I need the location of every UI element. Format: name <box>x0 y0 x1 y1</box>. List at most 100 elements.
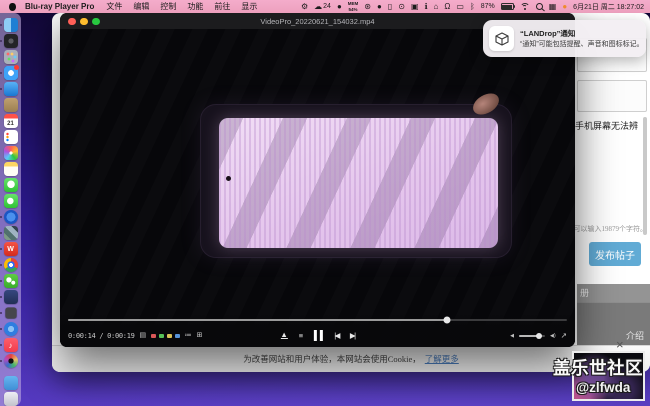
menu-控制[interactable]: 控制 <box>160 1 176 12</box>
volume-high-icon[interactable]: ◀) <box>550 333 556 339</box>
wps-icon: W <box>4 242 18 256</box>
cloud-icon[interactable]: ☁24 <box>314 3 331 11</box>
controls-right-group: ◀ ◀) ↗ <box>510 332 567 340</box>
dock-launchpad[interactable] <box>4 50 18 64</box>
running-indicator <box>0 344 2 346</box>
dock-downloads[interactable] <box>4 376 18 390</box>
home-icon[interactable]: ⌂ <box>434 3 439 11</box>
dock-mail[interactable] <box>4 82 18 96</box>
dock-bluemusic[interactable] <box>4 322 18 336</box>
apple-menu-icon[interactable] <box>9 3 16 11</box>
eject-icon[interactable]: ▲ <box>280 332 287 340</box>
notification-banner[interactable]: “LANDrop”通知 “通知”可能包括提醒、声音和图标标记。 <box>483 20 646 57</box>
screen-record-dot-icon[interactable]: ● <box>562 3 567 11</box>
black-dot-icon[interactable]: ● <box>377 3 382 11</box>
bluetooth-icon[interactable]: ᛒ <box>470 3 475 11</box>
battery-icon[interactable] <box>501 3 514 10</box>
finder-icon <box>4 18 18 32</box>
chrome-icon <box>4 258 18 272</box>
grid-icon[interactable]: ⊞ <box>197 332 203 340</box>
dock-cblue[interactable] <box>4 210 18 224</box>
dock-applemusic[interactable]: ♪ <box>4 338 18 352</box>
notification-body: “通知”可能包括提醒、声音和图标标记。 <box>520 39 640 49</box>
photos-icon <box>4 146 18 160</box>
page-dark-panel: 册 介绍 <box>577 284 650 346</box>
dock-playerdisc[interactable] <box>4 354 18 368</box>
phone-camera-hole <box>226 176 231 181</box>
menu-显示[interactable]: 显示 <box>241 1 257 12</box>
dock-mic[interactable] <box>4 306 18 320</box>
notification-texts: “LANDrop”通知 “通知”可能包括提醒、声音和图标标记。 <box>520 28 640 49</box>
time-display: 0:00:14 / 0:00:19 <box>68 332 135 340</box>
dock-chrome[interactable] <box>4 258 18 272</box>
dock-wps[interactable]: W <box>4 242 18 256</box>
running-indicator <box>0 40 2 42</box>
menu-前往[interactable]: 前往 <box>214 1 230 12</box>
battery-percent[interactable]: 87% <box>481 3 495 10</box>
form-field-bottom[interactable] <box>577 80 647 112</box>
trash-icon <box>4 392 18 406</box>
landrop-app-icon <box>489 26 514 51</box>
dock-notes[interactable] <box>4 162 18 176</box>
document-icon[interactable]: ▯ <box>388 3 392 11</box>
messages-icon <box>4 178 18 192</box>
page-scrollbar[interactable] <box>643 117 647 235</box>
menu-app-name[interactable]: Blu-ray Player Pro <box>25 2 94 11</box>
running-indicator <box>0 248 2 250</box>
notification-title: “LANDrop”通知 <box>520 28 640 39</box>
volume-handle[interactable] <box>536 333 542 339</box>
dark-circle-icon[interactable]: ● <box>337 3 342 11</box>
menu-编辑[interactable]: 编辑 <box>133 1 149 12</box>
flower-icon[interactable]: ⊛ <box>364 3 371 11</box>
chapters-icon[interactable]: ▤ <box>140 332 147 340</box>
dock-trash[interactable] <box>4 392 18 406</box>
menu-功能[interactable]: 功能 <box>187 1 203 12</box>
color-markers[interactable] <box>151 334 180 339</box>
volume-low-icon[interactable]: ◀ <box>510 333 514 339</box>
running-indicator <box>0 280 2 282</box>
wechat-icon <box>4 274 18 288</box>
dock-darkdisc[interactable] <box>4 34 18 48</box>
search-icon[interactable] <box>536 3 543 10</box>
dock-calendar[interactable]: 21 <box>4 114 18 128</box>
menu-文件[interactable]: 文件 <box>106 1 122 12</box>
dock-navyapp[interactable] <box>4 290 18 304</box>
menu-list-icon[interactable]: ≡ <box>299 331 303 340</box>
dock-safari[interactable] <box>4 66 18 80</box>
datetime[interactable]: 6月21日 周二 18:27:02 <box>573 2 644 12</box>
gear-icon[interactable]: ⚙ <box>301 3 308 11</box>
bluemusic-icon <box>4 322 18 336</box>
running-indicator <box>0 232 2 234</box>
dock-photos[interactable] <box>4 146 18 160</box>
stop-square-icon[interactable]: ▣ <box>411 3 419 11</box>
video-canvas[interactable]: 0:00:14 / 0:00:19 ▤ ≔ ⊞ ▲ ≡ |◀ ▶| ◀ <box>60 29 575 347</box>
seek-handle[interactable] <box>444 317 451 324</box>
dock-reminders[interactable] <box>4 130 18 144</box>
dock-messages[interactable] <box>4 178 18 192</box>
playlist-icon[interactable]: ≔ <box>185 332 192 340</box>
wifi-icon[interactable] <box>520 3 530 11</box>
menu-bar: Blu-ray Player Pro 文件编辑控制功能前往显示 ⚙ ☁24 ● MEM… <box>0 0 650 13</box>
record-icon[interactable]: ⊙ <box>398 3 405 11</box>
keyboard-icon[interactable]: ▭ <box>456 3 464 11</box>
dock-facetime[interactable] <box>4 194 18 208</box>
dock-wechat[interactable] <box>4 274 18 288</box>
cookie-learn-more-link[interactable]: 了解更多 <box>425 353 459 365</box>
panel-row: 介绍 <box>577 302 650 346</box>
dock-collage[interactable] <box>4 226 18 240</box>
next-track-icon[interactable]: ▶| <box>350 332 355 340</box>
volume-slider[interactable] <box>519 335 545 337</box>
memory-indicator[interactable]: MEM54% <box>348 1 359 12</box>
dock-tanapp[interactable] <box>4 98 18 112</box>
dock-finder[interactable] <box>4 18 18 32</box>
info-icon[interactable]: ℹ <box>425 3 428 11</box>
input-source-icon[interactable]: ▦ <box>549 3 557 11</box>
publish-post-button[interactable]: 发布帖子 <box>589 242 641 266</box>
previous-track-icon[interactable]: |◀ <box>334 332 339 340</box>
seek-bar[interactable] <box>68 319 567 321</box>
menu-items: 文件编辑控制功能前往显示 <box>106 1 257 12</box>
fullscreen-icon[interactable]: ↗ <box>561 332 567 340</box>
headphones-icon[interactable]: Ω <box>444 3 450 11</box>
close-overlay-icon[interactable]: × <box>616 338 624 351</box>
pause-button[interactable] <box>314 330 323 341</box>
